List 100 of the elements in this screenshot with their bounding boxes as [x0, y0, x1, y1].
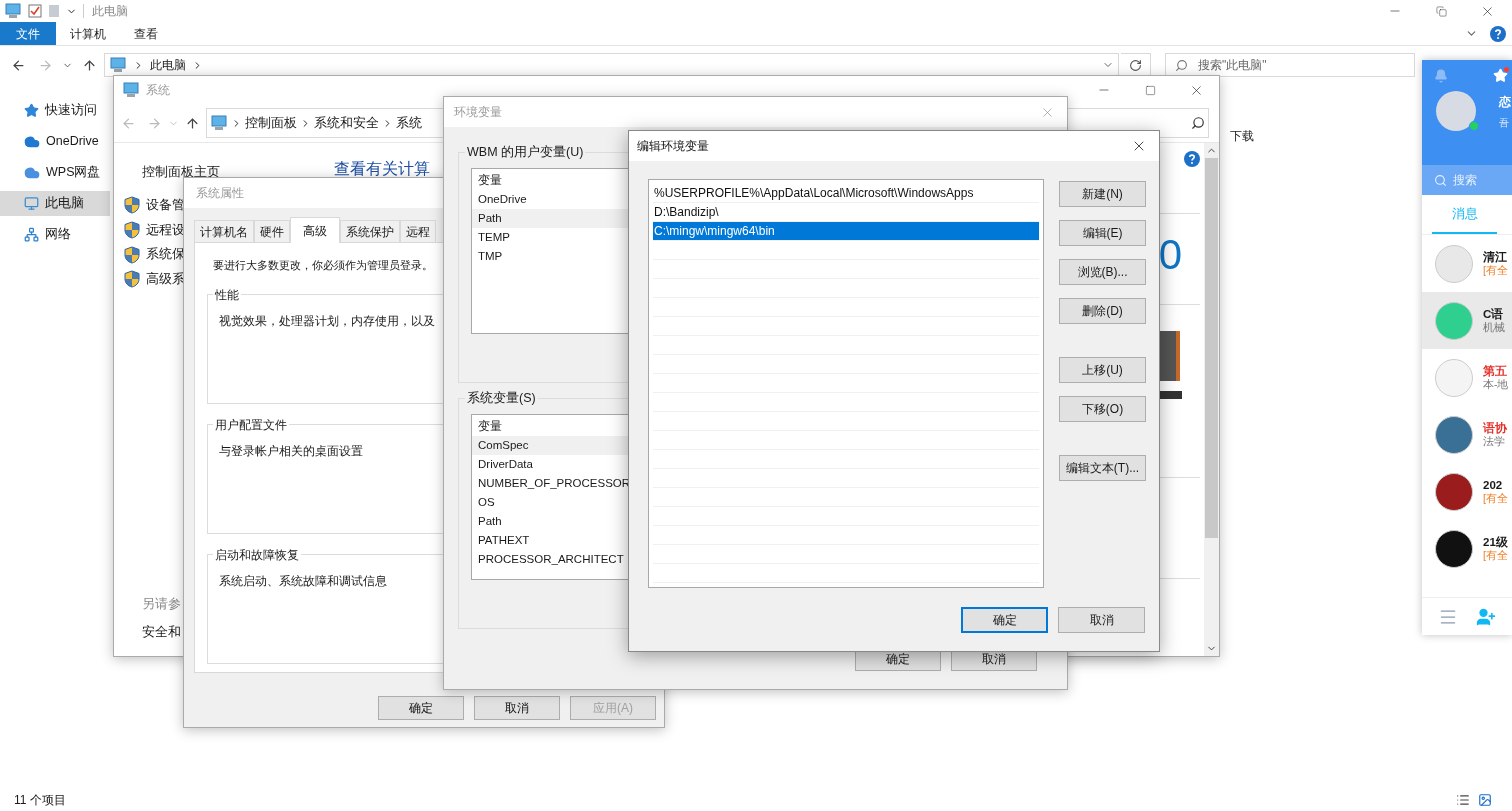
path-entry[interactable]: C:\mingw\mingw64\bin — [653, 222, 1039, 241]
search-field[interactable]: 搜索"此电脑" — [1165, 53, 1415, 77]
chat-name: 21级 — [1483, 534, 1508, 550]
chat-avatar — [1435, 472, 1473, 511]
chat-preview: 本-地 — [1483, 378, 1509, 392]
dialog-button[interactable]: 确定 — [378, 696, 464, 720]
column-header: 变量 — [477, 172, 503, 188]
folder-name[interactable]: 下载 — [1230, 127, 1254, 145]
settings-link[interactable]: 设备管 — [146, 195, 185, 215]
breadcrumb-item[interactable]: 系统和安全 — [314, 113, 379, 133]
logo-number: 0 — [1158, 234, 1182, 276]
chat-avatar — [1435, 415, 1473, 454]
admin-notice: 要进行大多数更改，你必须作为管理员登录。 — [212, 258, 433, 273]
up-icon[interactable] — [82, 57, 97, 73]
chat-item[interactable]: 清江 [有全 — [1422, 235, 1512, 292]
path-list[interactable]: %USERPROFILE%\AppData\Local\Microsoft\WindowsApps D:\Bandizip\ C:\mingw\mingw64\bin — [648, 179, 1044, 588]
settings-link[interactable]: 远程设 — [146, 220, 185, 240]
nav-item[interactable]: 此电脑 — [0, 191, 110, 216]
chat-name: 202 — [1483, 477, 1504, 493]
home-link[interactable]: 控制面板主页 — [124, 163, 220, 182]
breadcrumb-item[interactable]: 此电脑 — [150, 56, 186, 74]
ribbon-tab[interactable]: 查看 — [120, 22, 172, 45]
maximize-icon[interactable] — [1144, 84, 1156, 96]
tab[interactable]: 硬件 — [254, 220, 290, 242]
chat-item[interactable]: 202 [有全 — [1422, 463, 1512, 520]
column-header: 变量 — [477, 418, 503, 434]
add-contact-icon[interactable] — [1476, 606, 1496, 627]
ribbon-tab[interactable]: 文件 — [0, 22, 56, 45]
action-button[interactable]: 编辑(E) — [1059, 220, 1146, 246]
forward-icon[interactable] — [147, 115, 162, 131]
chat-name: C语 — [1483, 306, 1505, 322]
group-title: 性能 — [214, 286, 240, 304]
group-title: WBM 的用户变量(U) — [466, 144, 585, 161]
tab[interactable]: 计算机名 — [194, 220, 254, 242]
computer-icon — [122, 82, 140, 98]
ribbon-tab[interactable]: 计算机 — [56, 22, 120, 45]
nav-item[interactable]: 网络 — [0, 222, 110, 247]
group-title: 用户配置文件 — [214, 416, 288, 434]
page-heading: 查看有关计算 — [334, 160, 430, 177]
action-button[interactable]: 新建(N) — [1059, 181, 1146, 207]
refresh-icon[interactable] — [1129, 58, 1142, 72]
dialog-button[interactable]: 取消 — [1058, 606, 1145, 633]
nav-item[interactable]: WPS网盘 — [0, 160, 110, 185]
avatar — [1436, 91, 1476, 131]
tab[interactable]: 远程 — [400, 220, 436, 242]
nav-item[interactable]: OneDrive — [0, 129, 110, 154]
action-button[interactable]: 下移(O) — [1059, 396, 1146, 422]
action-button[interactable]: 上移(U) — [1059, 357, 1146, 383]
search-icon — [1175, 59, 1188, 72]
chat-name: 语协 — [1483, 420, 1507, 436]
search-icon[interactable] — [1191, 116, 1205, 130]
chat-avatar — [1435, 529, 1473, 568]
chat-avatar — [1435, 301, 1473, 340]
help-icon[interactable] — [1490, 25, 1506, 42]
window-title: 系统 — [146, 82, 170, 99]
status-text: 11 个项目 — [14, 792, 66, 809]
up-icon[interactable] — [185, 115, 200, 131]
computer-icon — [210, 115, 228, 131]
folder-icon — [48, 4, 60, 18]
tab[interactable]: 系统保护 — [340, 220, 400, 242]
large-icons-view-icon[interactable] — [1478, 793, 1492, 807]
tab[interactable]: 高级 — [290, 217, 340, 243]
chat-avatar — [1435, 244, 1473, 283]
path-entry[interactable]: %USERPROFILE%\AppData\Local\Microsoft\WindowsApps — [653, 184, 1039, 203]
chat-preview: [有全 — [1483, 264, 1508, 278]
chat-preview: [有全 — [1483, 549, 1508, 563]
section-heading: 另请参 — [141, 595, 181, 613]
shield-icon — [124, 196, 140, 215]
nav-item[interactable]: 快速访问 — [0, 98, 110, 123]
help-icon[interactable] — [1184, 151, 1200, 167]
window-title: 环境变量 — [454, 104, 502, 121]
profile-signature: 吾 — [1499, 115, 1510, 130]
shield-icon — [124, 270, 140, 289]
chat-item[interactable]: C语 机械 — [1422, 292, 1512, 349]
back-icon[interactable] — [11, 57, 26, 73]
chat-item[interactable]: 语协 法学 — [1422, 406, 1512, 463]
details-view-icon[interactable] — [1456, 793, 1470, 807]
breadcrumb-item[interactable]: 控制面板 — [245, 113, 297, 133]
computer-icon — [4, 3, 22, 19]
window-title: 编辑环境变量 — [637, 138, 709, 155]
action-button[interactable]: 编辑文本(T)... — [1059, 455, 1146, 481]
action-button[interactable]: 浏览(B)... — [1059, 259, 1146, 285]
restore-icon[interactable] — [1435, 5, 1447, 17]
settings-link[interactable]: 安全和 — [124, 623, 181, 642]
dialog-button[interactable]: 取消 — [474, 696, 560, 720]
settings-link[interactable]: 高级系 — [146, 270, 185, 289]
chat-item[interactable]: 21级 [有全 — [1422, 520, 1512, 577]
group-description: 视觉效果，处理器计划，内存使用，以及 — [219, 312, 435, 330]
dialog-button[interactable]: 确定 — [961, 606, 1048, 633]
chat-preview: 机械 — [1483, 321, 1505, 335]
scrollbar[interactable] — [1204, 143, 1219, 656]
star-icon[interactable] — [1493, 68, 1508, 83]
bell-icon[interactable] — [1434, 68, 1448, 83]
forward-icon[interactable] — [38, 57, 53, 73]
chat-name: 第五 — [1483, 363, 1508, 379]
chat-item[interactable]: 第五 本-地 — [1422, 349, 1512, 406]
network-icon — [24, 227, 39, 242]
action-button[interactable]: 删除(D) — [1059, 298, 1146, 324]
settings-link[interactable]: 系统保 — [146, 245, 185, 264]
breadcrumb-item[interactable]: 系统 — [396, 113, 422, 133]
